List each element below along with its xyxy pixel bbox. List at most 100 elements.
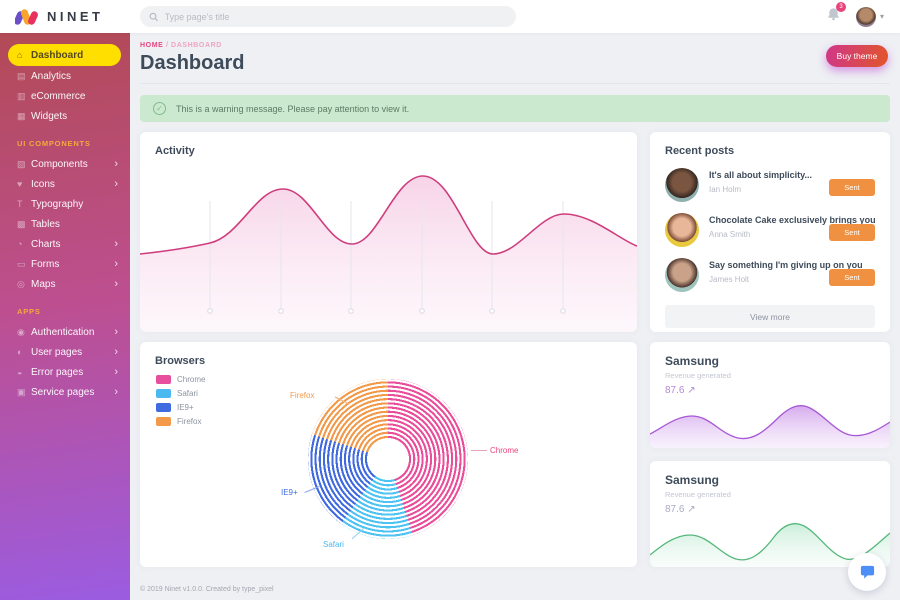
table-icon: ▩ bbox=[17, 219, 31, 230]
activity-card-title: Activity bbox=[140, 132, 637, 157]
chrome-swatch bbox=[156, 375, 171, 384]
components-icon: ▧ bbox=[17, 159, 31, 170]
sidebar-item-error-pages[interactable]: ◒ Error pages › bbox=[0, 362, 130, 382]
search-input[interactable] bbox=[165, 12, 507, 22]
revenue-value: 87.6 ↗ bbox=[665, 385, 890, 396]
chrome-leader-line bbox=[471, 450, 487, 451]
home-icon: ⌂ bbox=[17, 50, 31, 60]
map-pin-icon: ◎ bbox=[17, 279, 31, 290]
trend-up-icon: ↗ bbox=[687, 385, 695, 396]
search-icon bbox=[149, 12, 159, 22]
page-header: HOME / DASHBOARD Dashboard Buy theme bbox=[140, 42, 890, 76]
chevron-down-icon: ▾ bbox=[880, 12, 884, 21]
chevron-right-icon: › bbox=[114, 327, 118, 338]
form-icon: ▭ bbox=[17, 259, 31, 270]
recent-posts-card: Recent posts It's all about simplicity..… bbox=[650, 132, 890, 332]
browsers-card: Browsers Chrome Safari IE9+ bbox=[140, 342, 637, 567]
sidebar-item-components[interactable]: ▧ Components › bbox=[0, 154, 130, 174]
sidebar-item-authentication[interactable]: ◉ Authentication › bbox=[0, 322, 130, 342]
top-header: NINET 3 ▾ bbox=[0, 0, 900, 33]
list-item: Chocolate Cake exclusively brings you th… bbox=[665, 213, 875, 247]
samsung-card-title: Samsung bbox=[650, 342, 890, 368]
list-item: It's all about simplicity... Ian Holm Se… bbox=[665, 168, 875, 202]
recent-posts-title: Recent posts bbox=[650, 132, 890, 157]
legend-item-chrome[interactable]: Chrome bbox=[156, 375, 205, 384]
ie9-swatch bbox=[156, 403, 171, 412]
sidebar-item-tables[interactable]: ▩ Tables bbox=[0, 214, 130, 234]
safari-swatch bbox=[156, 389, 171, 398]
breadcrumb-home[interactable]: HOME bbox=[140, 42, 163, 49]
main-content: HOME / DASHBOARD Dashboard Buy theme ✓ T… bbox=[130, 33, 900, 600]
user-menu[interactable]: ▾ bbox=[856, 7, 884, 27]
view-more-button[interactable]: View more bbox=[665, 305, 875, 328]
revenue-value: 87.6 ↗ bbox=[665, 504, 890, 515]
header-divider bbox=[140, 83, 890, 84]
trend-up-icon: ↗ bbox=[687, 504, 695, 515]
notification-badge: 3 bbox=[836, 2, 846, 12]
firefox-swatch bbox=[156, 417, 171, 426]
browsers-card-title: Browsers bbox=[140, 342, 637, 367]
sidebar-item-charts[interactable]: ◔ Charts › bbox=[0, 234, 130, 254]
revenue-area-chart-purple bbox=[650, 390, 890, 448]
samsung-card-1: Samsung Revenue generated 87.6 ↗ bbox=[650, 342, 890, 448]
sent-button[interactable]: Sent bbox=[829, 224, 875, 241]
typography-icon: T bbox=[17, 199, 31, 209]
list-item: Say something I'm giving up on you James… bbox=[665, 258, 875, 292]
sidebar-item-service-pages[interactable]: ▣ Service pages › bbox=[0, 382, 130, 402]
sent-button[interactable]: Sent bbox=[829, 269, 875, 286]
dashboard-grid: Activity bbox=[140, 132, 890, 567]
browsers-legend: Chrome Safari IE9+ Firefox bbox=[156, 375, 205, 431]
sidebar-item-typography[interactable]: T Typography bbox=[0, 194, 130, 214]
sidebar-item-icons[interactable]: ♥ Icons › bbox=[0, 174, 130, 194]
firefox-slice-label: Firefox bbox=[290, 391, 314, 400]
user-avatar bbox=[856, 7, 876, 27]
chevron-right-icon: › bbox=[114, 367, 118, 378]
sidebar-item-analytics[interactable]: ▤ Analytics bbox=[0, 66, 130, 86]
chevron-right-icon: › bbox=[114, 387, 118, 398]
server-icon: ▣ bbox=[17, 387, 31, 398]
buy-theme-button[interactable]: Buy theme bbox=[826, 45, 888, 67]
sidebar-item-maps[interactable]: ◎ Maps › bbox=[0, 274, 130, 294]
error-icon: ◒ bbox=[17, 367, 31, 377]
samsung-card-title: Samsung bbox=[650, 461, 890, 487]
left-column: Activity bbox=[140, 132, 637, 567]
heart-icon: ♥ bbox=[17, 179, 31, 189]
safari-slice-label: Safari bbox=[323, 540, 344, 549]
user-lock-icon: ◉ bbox=[17, 327, 31, 338]
samsung-card-2: Samsung Revenue generated 87.6 ↗ bbox=[650, 461, 890, 567]
doughnut-hole bbox=[368, 439, 408, 479]
chevron-right-icon: › bbox=[114, 259, 118, 270]
page-title: Dashboard bbox=[140, 52, 890, 75]
warning-alert: ✓ This is a warning message. Please pay … bbox=[140, 95, 890, 122]
brand-name: NINET bbox=[47, 9, 104, 24]
chevron-right-icon: › bbox=[114, 239, 118, 250]
sidebar-item-ecommerce[interactable]: ▥ eCommerce bbox=[0, 86, 130, 106]
analytics-icon: ▤ bbox=[17, 71, 31, 82]
legend-item-firefox[interactable]: Firefox bbox=[156, 417, 205, 426]
footer-copyright: © 2019 Ninet v1.0.0. Created by type_pix… bbox=[140, 586, 274, 593]
chat-button[interactable] bbox=[848, 553, 886, 591]
pie-chart-icon: ◔ bbox=[17, 239, 31, 249]
sidebar-section-ui-components: UI COMPONENTS bbox=[0, 126, 130, 154]
user-icon: ◐ bbox=[17, 347, 31, 357]
sidebar-section-apps: APPS bbox=[0, 294, 130, 322]
chevron-right-icon: › bbox=[114, 159, 118, 170]
legend-item-ie9[interactable]: IE9+ bbox=[156, 403, 205, 412]
notifications-button[interactable]: 3 bbox=[826, 7, 841, 26]
legend-item-safari[interactable]: Safari bbox=[156, 389, 205, 398]
avatar bbox=[665, 168, 699, 202]
sidebar-item-widgets[interactable]: ▦ Widgets bbox=[0, 106, 130, 126]
check-circle-icon: ✓ bbox=[153, 102, 166, 115]
chrome-slice-label: Chrome bbox=[490, 446, 518, 455]
sidebar-item-dashboard[interactable]: ⌂ Dashboard bbox=[8, 44, 121, 66]
sent-button[interactable]: Sent bbox=[829, 179, 875, 196]
header-actions: 3 ▾ bbox=[826, 7, 900, 27]
sidebar-item-forms[interactable]: ▭ Forms › bbox=[0, 254, 130, 274]
chevron-right-icon: › bbox=[114, 347, 118, 358]
brand-logo[interactable]: NINET bbox=[0, 7, 130, 27]
breadcrumb-separator: / bbox=[166, 42, 169, 49]
search-bar[interactable] bbox=[140, 6, 516, 27]
chevron-right-icon: › bbox=[114, 279, 118, 290]
sidebar-item-user-pages[interactable]: ◐ User pages › bbox=[0, 342, 130, 362]
ninet-logo-icon bbox=[15, 7, 38, 27]
